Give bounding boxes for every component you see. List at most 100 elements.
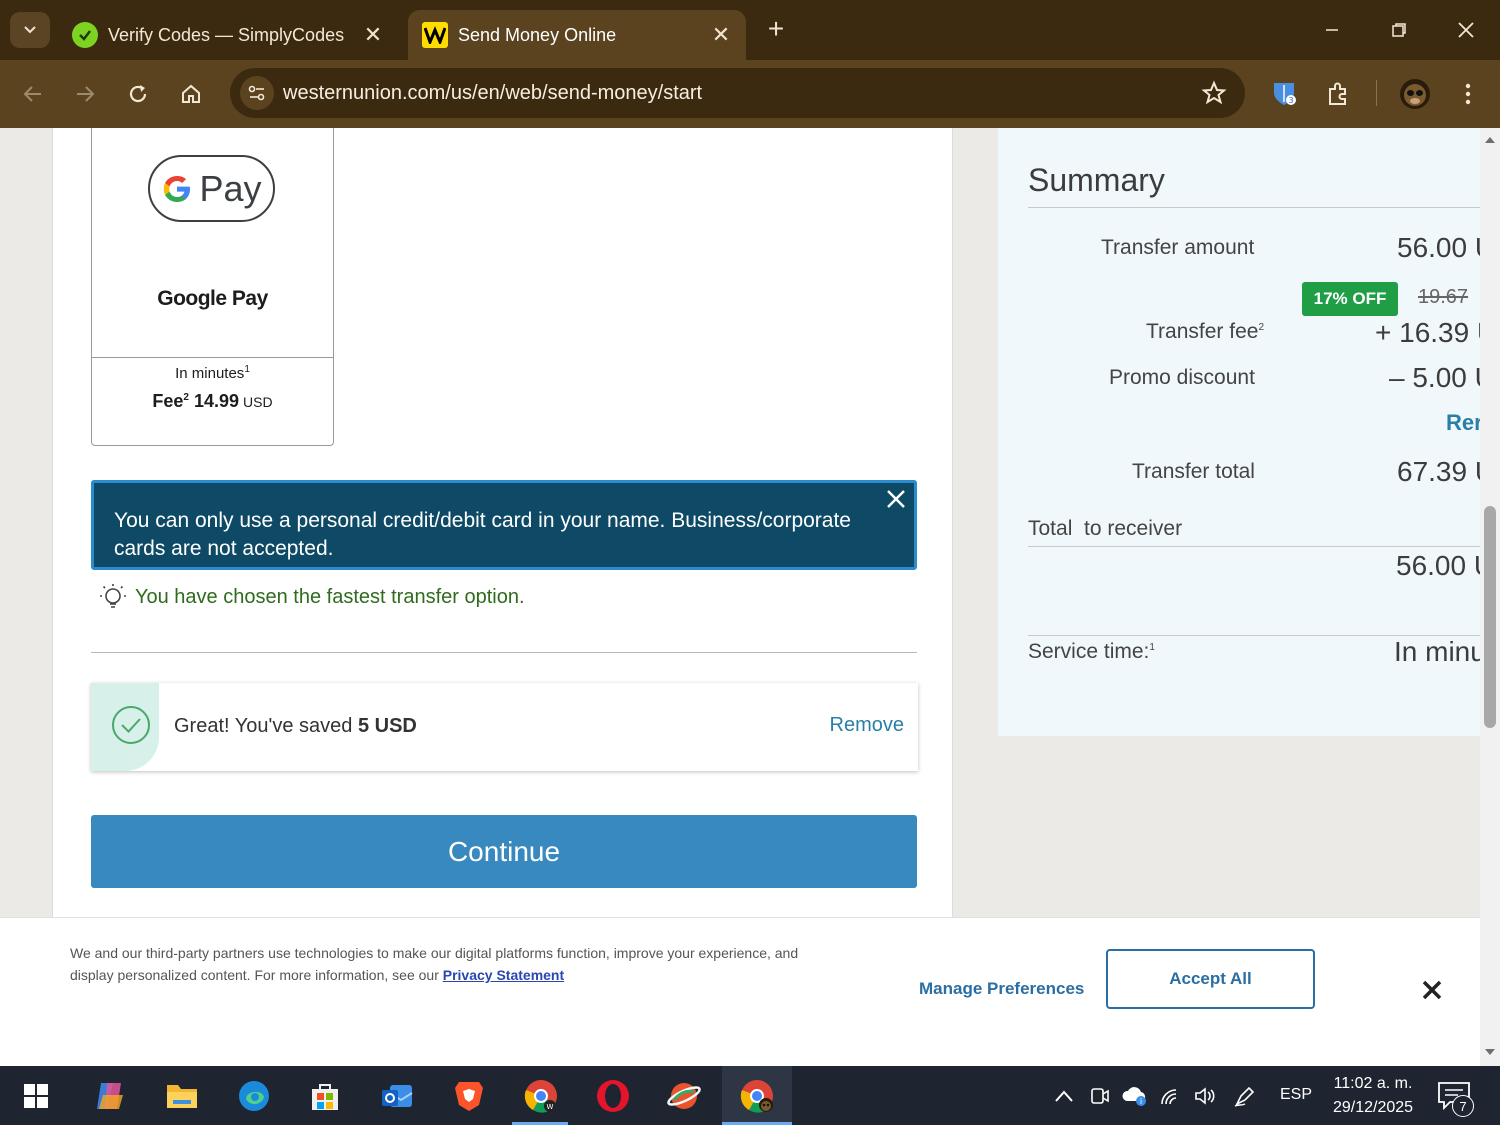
promo-discount-value: – 5.00 U xyxy=(1389,362,1480,393)
total-to-receiver-label: Total to receiver xyxy=(1028,517,1183,540)
cookie-message: We and our third-party partners use tech… xyxy=(70,945,799,983)
tab-search-button[interactable] xyxy=(10,12,50,48)
volume-icon[interactable] xyxy=(1192,1082,1218,1110)
bitwarden-shield-icon[interactable]: 3 xyxy=(1264,74,1304,114)
close-cookie-banner-icon[interactable] xyxy=(1418,976,1446,1004)
transfer-total-label: Transfer total xyxy=(1132,460,1255,483)
google-pay-logo-text: Pay xyxy=(199,167,262,209)
notification-count-badge: 7 xyxy=(1452,1095,1474,1117)
browser-tab-bar: Verify Codes — SimplyCodes ✕ Send Money … xyxy=(0,0,1500,60)
forward-arrow-icon[interactable] xyxy=(65,74,105,114)
minimize-icon[interactable] xyxy=(1302,12,1362,48)
chevron-down-icon xyxy=(24,26,36,34)
edge-icon[interactable] xyxy=(232,1074,276,1118)
card-policy-alert: You can only use a personal credit/debit… xyxy=(91,480,917,570)
summary-divider xyxy=(1028,207,1480,208)
app-planet-icon[interactable] xyxy=(662,1074,706,1118)
payment-fee: Fee2 14.99 USD xyxy=(152,391,273,411)
brave-icon[interactable] xyxy=(447,1074,491,1118)
meet-now-icon[interactable] xyxy=(1088,1082,1112,1110)
tab-western-union[interactable]: Send Money Online ✕ xyxy=(408,10,746,60)
discount-badge: 17% OFF xyxy=(1302,282,1398,316)
privacy-statement-link[interactable]: Privacy Statement xyxy=(443,967,564,983)
windows-start-icon[interactable] xyxy=(14,1074,58,1118)
transfer-total-value: 67.39 U xyxy=(1397,456,1480,487)
summary-title: Summary xyxy=(1028,162,1165,198)
summary-panel: Summary Transfer amount 56.00 U 17% OFF … xyxy=(998,128,1480,736)
tip-text: You have chosen the fastest transfer opt… xyxy=(135,585,525,608)
accept-all-button[interactable]: Accept All xyxy=(1106,949,1315,1009)
payment-column: Pay Google Pay In minutes1 Fee2 14.99 USD… xyxy=(52,128,953,928)
section-divider xyxy=(91,652,917,653)
payment-option-name: Google Pay xyxy=(157,287,268,310)
address-bar[interactable]: westernunion.com/us/en/web/send-money/st… xyxy=(230,68,1245,118)
promo-discount-label: Promo discount xyxy=(1109,366,1255,389)
service-time-label: Service time:1 xyxy=(1028,640,1155,663)
home-icon[interactable] xyxy=(171,74,211,114)
close-tab-icon[interactable]: ✕ xyxy=(710,22,732,48)
chrome-active-icon[interactable] xyxy=(735,1074,779,1118)
service-time-value: In minu xyxy=(1394,636,1480,667)
system-clock[interactable]: 11:02 a. m. 29/12/2025 xyxy=(1326,1072,1420,1120)
copilot-icon[interactable] xyxy=(88,1074,132,1118)
show-hidden-icons-chevron-icon[interactable] xyxy=(1050,1082,1078,1110)
file-explorer-icon[interactable] xyxy=(160,1074,204,1118)
scroll-down-icon[interactable] xyxy=(1484,1046,1496,1058)
restore-icon[interactable] xyxy=(1369,12,1429,48)
close-alert-icon[interactable] xyxy=(882,485,910,513)
transfer-fee-value: + 16.39 U xyxy=(1375,317,1480,348)
outlook-icon[interactable] xyxy=(375,1074,419,1118)
alert-message: You can only use a personal credit/debit… xyxy=(114,509,851,560)
wifi-icon[interactable] xyxy=(1158,1082,1184,1110)
scroll-up-icon[interactable] xyxy=(1484,134,1496,146)
original-fee: 19.67 xyxy=(1418,286,1469,308)
google-g-icon xyxy=(164,175,191,202)
total-to-receiver-value: 56.00 U xyxy=(1396,550,1480,581)
western-union-favicon-icon xyxy=(422,22,448,48)
profile-avatar-icon[interactable] xyxy=(1395,74,1435,114)
clock-time: 11:02 a. m. xyxy=(1333,1075,1413,1092)
remove-promo-link[interactable]: Remove xyxy=(830,714,904,737)
bookmark-star-icon[interactable] xyxy=(1201,80,1227,106)
svg-text:i: i xyxy=(1140,1097,1142,1106)
windows-taskbar: W i ESP 11:02 a. m. 29/12/2025 7 xyxy=(0,1066,1500,1125)
delivery-time: In minutes1 xyxy=(175,364,250,383)
google-pay-option-card[interactable]: Pay Google Pay In minutes1 Fee2 14.99 USD xyxy=(91,128,334,446)
lightbulb-icon xyxy=(100,584,126,608)
promo-saved-text: Great! You've saved 5 USD xyxy=(174,715,417,737)
more-menu-icon[interactable] xyxy=(1448,74,1488,114)
opera-icon[interactable] xyxy=(591,1074,635,1118)
svg-text:3: 3 xyxy=(1288,96,1293,105)
tab-simplycodes[interactable]: Verify Codes — SimplyCodes ✕ xyxy=(58,10,398,60)
page-scrollbar[interactable] xyxy=(1480,128,1500,1066)
manage-preferences-link[interactable]: Manage Preferences xyxy=(919,979,1084,999)
continue-button[interactable]: Continue xyxy=(91,815,917,888)
microsoft-store-icon[interactable] xyxy=(303,1074,347,1118)
google-pay-logo: Pay xyxy=(148,155,275,222)
close-tab-icon[interactable]: ✕ xyxy=(362,22,384,48)
check-circle-icon xyxy=(112,706,150,744)
simplycodes-favicon-icon xyxy=(72,22,98,48)
receiver-divider xyxy=(1028,546,1480,547)
site-settings-icon[interactable] xyxy=(240,76,274,110)
svg-text:W: W xyxy=(547,1103,554,1111)
input-language[interactable]: ESP xyxy=(1280,1086,1312,1104)
chrome-profile-icon[interactable]: W xyxy=(519,1074,563,1118)
extensions-puzzle-icon[interactable] xyxy=(1318,74,1358,114)
summary-remove-link[interactable]: Rer xyxy=(1446,410,1480,436)
scrollbar-thumb[interactable] xyxy=(1484,506,1496,728)
close-window-icon[interactable] xyxy=(1436,12,1496,48)
url-text: westernunion.com/us/en/web/send-money/st… xyxy=(283,82,703,104)
reload-icon[interactable] xyxy=(118,74,158,114)
cookie-banner: We and our third-party partners use tech… xyxy=(0,917,1480,1066)
card-divider xyxy=(92,357,333,358)
tab-title: Send Money Online xyxy=(458,24,617,45)
back-arrow-icon[interactable] xyxy=(13,74,53,114)
pen-menu-icon[interactable] xyxy=(1232,1082,1258,1110)
new-tab-plus-icon[interactable]: + xyxy=(760,14,792,46)
transfer-fee-label: Transfer fee2 xyxy=(1146,320,1264,343)
promo-applied-box: Great! You've saved 5 USD Remove xyxy=(91,683,918,771)
onedrive-icon[interactable]: i xyxy=(1120,1082,1150,1110)
clock-date: 29/12/2025 xyxy=(1332,1099,1414,1116)
browser-toolbar: westernunion.com/us/en/web/send-money/st… xyxy=(0,60,1500,128)
